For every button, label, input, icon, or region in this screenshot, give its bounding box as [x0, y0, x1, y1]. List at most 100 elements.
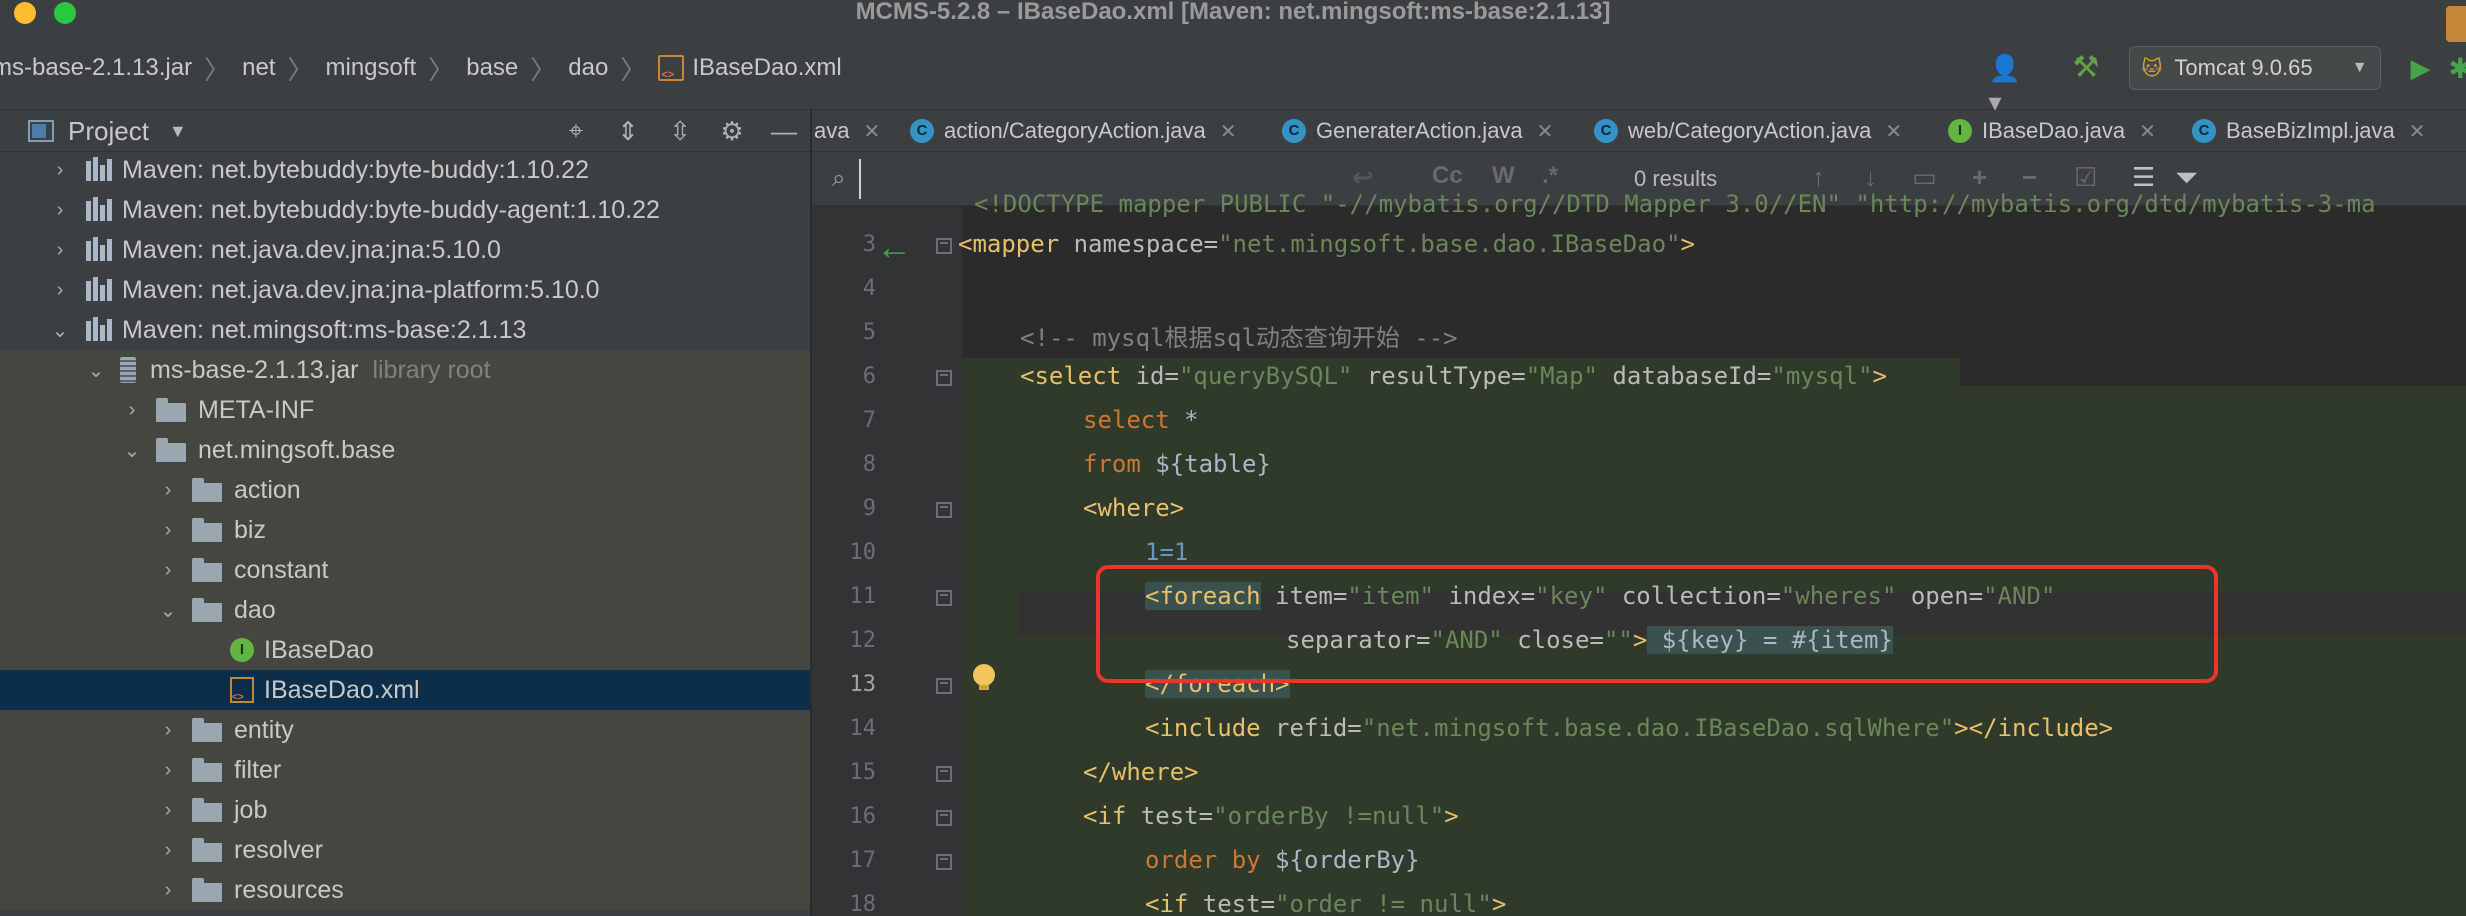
breadcrumb-file[interactable]: IBaseDao.xml	[658, 54, 842, 82]
folder-icon	[156, 398, 186, 422]
chevron-right-icon[interactable]: ›	[50, 239, 70, 262]
tab-web-categoryaction[interactable]: C web/CategoryAction.java ✕	[1594, 110, 1902, 151]
chevron-down-icon[interactable]: ⌄	[86, 358, 106, 383]
fold-marker-icon[interactable]	[936, 854, 952, 870]
whole-words-toggle[interactable]: W	[1492, 162, 1515, 190]
tree-item[interactable]: › Maven: net.java.dev.jna:jna:5.10.0	[0, 230, 810, 270]
breadcrumb-dao[interactable]: dao	[568, 54, 608, 82]
xml-file-icon	[230, 677, 254, 703]
chevron-right-icon[interactable]: ›	[122, 399, 142, 422]
tree-item[interactable]: › Maven: net.java.dev.jna:jna-platform:5…	[0, 270, 810, 310]
remove-selection-icon[interactable]: −	[2022, 162, 2037, 193]
project-view-selector[interactable]: Project ▼	[28, 110, 187, 152]
fold-marker-icon[interactable]	[936, 502, 952, 518]
close-icon[interactable]: ✕	[1537, 119, 1554, 144]
tree-item[interactable]: › resolver	[0, 830, 810, 870]
chevron-right-icon[interactable]: ›	[158, 839, 178, 862]
chevron-down-icon: ▼	[2351, 59, 2368, 76]
search-icon[interactable]: ⌕	[832, 165, 845, 193]
tab-basebizimpl[interactable]: C BaseBizImpl.java ✕	[2192, 110, 2426, 151]
fold-marker-icon[interactable]	[936, 370, 952, 386]
tree-item[interactable]: › META-INF	[0, 390, 810, 430]
newline-icon[interactable]: ↩	[1352, 162, 1374, 193]
chevron-right-icon[interactable]: ›	[158, 719, 178, 742]
tree-item-selected[interactable]: IBaseDao.xml	[0, 670, 810, 710]
tree-item[interactable]: › Maven: net.bytebuddy:byte-buddy-agent:…	[0, 190, 810, 230]
breadcrumb-net[interactable]: net	[242, 54, 275, 82]
breadcrumb-base[interactable]: base	[466, 54, 518, 82]
tab-ibasedao-java[interactable]: I IBaseDao.java ✕	[1948, 110, 2156, 151]
close-icon[interactable]: ✕	[1220, 119, 1237, 144]
tree-item[interactable]: › Maven: net.bytebuddy:byte-buddy:1.10.2…	[0, 152, 810, 190]
lightbulb-intention-icon[interactable]	[973, 664, 995, 692]
chevron-down-icon[interactable]: ⌄	[122, 438, 142, 463]
run-configuration-selector[interactable]: 🐱 Tomcat 9.0.65 ▼	[2128, 46, 2381, 90]
chevron-right-icon[interactable]: ›	[158, 519, 178, 542]
chevron-right-icon[interactable]: ›	[50, 279, 70, 302]
chevron-right-icon[interactable]: ›	[158, 479, 178, 502]
tree-item[interactable]: › entity	[0, 710, 810, 750]
tree-item[interactable]: ⌄ dao	[0, 590, 810, 630]
fold-marker-icon[interactable]	[936, 766, 952, 782]
tree-item[interactable]: ⌄ net.mingsoft.base	[0, 430, 810, 470]
add-selection-icon[interactable]: +	[1972, 162, 1987, 193]
debug-icon[interactable]: ✱	[2449, 52, 2466, 85]
chevron-down-icon[interactable]: ⌄	[158, 598, 178, 623]
tab-action-categoryaction[interactable]: C action/CategoryAction.java ✕	[910, 110, 1237, 151]
tree-item[interactable]: ⌄ ms-base-2.1.13.jar library root	[0, 350, 810, 390]
chevron-right-icon[interactable]: ›	[50, 159, 70, 182]
fold-marker-icon[interactable]	[936, 810, 952, 826]
filter-options-icon[interactable]: ☰	[2132, 162, 2155, 193]
tree-item[interactable]: › biz	[0, 510, 810, 550]
folder-icon	[192, 758, 222, 782]
chevron-right-icon[interactable]: ›	[158, 879, 178, 902]
line-number: 10	[849, 540, 877, 565]
tree-item[interactable]: › action	[0, 470, 810, 510]
close-icon[interactable]: ✕	[2139, 119, 2156, 144]
select-occurrences-icon[interactable]: ☑	[2074, 162, 2097, 193]
tab-partial[interactable]: ava ✕	[814, 110, 880, 151]
fold-marker-icon[interactable]	[936, 238, 952, 254]
regex-toggle[interactable]: .*	[1542, 162, 1558, 190]
tree-item[interactable]: I IBaseDao	[0, 630, 810, 670]
tree-item[interactable]: › resources	[0, 870, 810, 910]
chevron-right-icon[interactable]: ›	[158, 559, 178, 582]
gear-icon[interactable]: ⚙	[706, 116, 758, 147]
match-case-toggle[interactable]: Cc	[1432, 162, 1463, 190]
implementation-arrow-icon[interactable]: ←	[876, 226, 912, 268]
chevron-right-icon[interactable]: ›	[158, 759, 178, 782]
minimize-panel-icon[interactable]: —	[758, 116, 810, 147]
expand-all-icon[interactable]: ⇕	[602, 116, 654, 147]
tab-generateraction[interactable]: C GeneraterAction.java ✕	[1282, 110, 1554, 151]
fold-marker-icon[interactable]	[936, 678, 952, 694]
chevron-down-icon[interactable]: ⌄	[50, 318, 70, 343]
tree-item-label: dao	[234, 595, 276, 624]
fold-marker-icon[interactable]	[936, 590, 952, 606]
tab-label: BaseBizImpl.java	[2226, 118, 2395, 143]
build-hammer-icon[interactable]: ⚒	[2073, 48, 2113, 88]
tree-item[interactable]: › job	[0, 790, 810, 830]
active-tab-marker[interactable]	[2446, 6, 2466, 42]
code-line-10: 1=1	[1145, 538, 1189, 566]
chevron-right-icon[interactable]: ›	[50, 199, 70, 222]
previous-occurrence-icon[interactable]: ↑	[1812, 162, 1825, 193]
code-line-9: <where>	[1083, 494, 1185, 522]
close-icon[interactable]: ✕	[2409, 119, 2426, 144]
breadcrumb-mingsoft[interactable]: mingsoft	[326, 54, 417, 82]
select-all-occurrences-icon[interactable]: ▭	[1912, 162, 1937, 193]
tree-item[interactable]: › filter	[0, 750, 810, 790]
next-occurrence-icon[interactable]: ↓	[1864, 162, 1877, 193]
project-tree: › Maven: net.bytebuddy:byte-buddy:1.10.2…	[0, 152, 810, 916]
close-icon[interactable]: ✕	[1885, 119, 1902, 144]
chevron-right-icon[interactable]: ›	[158, 799, 178, 822]
tree-item-label: resolver	[234, 835, 323, 864]
close-icon[interactable]: ✕	[863, 119, 880, 144]
locate-crosshair-icon[interactable]: ⌖	[550, 115, 602, 147]
tree-item[interactable]: › constant	[0, 550, 810, 590]
run-play-icon[interactable]: ▶	[2411, 53, 2431, 84]
collapse-all-icon[interactable]: ⇳	[654, 116, 706, 147]
breadcrumb-jar[interactable]: ms-base-2.1.13.jar	[0, 54, 192, 82]
tree-item-label: IBaseDao	[264, 635, 374, 664]
tree-item[interactable]: ⌄ Maven: net.mingsoft:ms-base:2.1.13	[0, 310, 810, 350]
user-account-icon[interactable]: 👤▾	[1989, 51, 2033, 117]
